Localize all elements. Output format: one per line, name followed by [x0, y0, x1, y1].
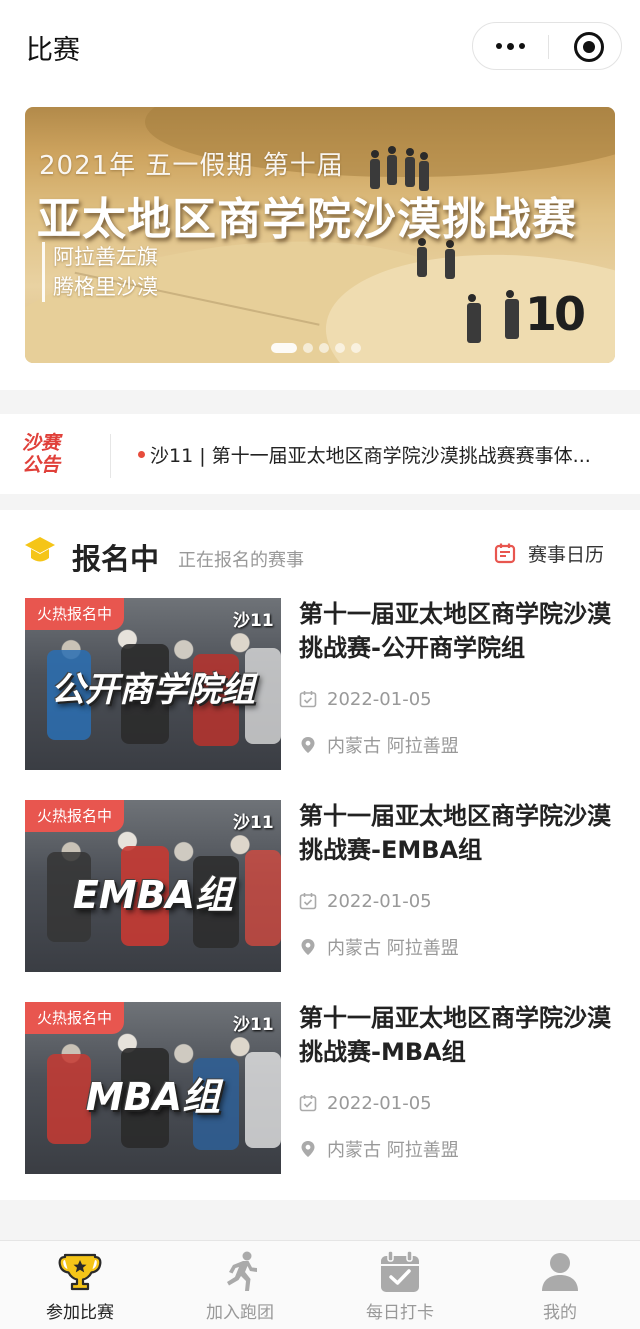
- event-title[interactable]: 第十一届亚太地区商学院沙漠挑战赛-EMBA组: [299, 799, 615, 867]
- event-calendar-label: 赛事日历: [528, 543, 605, 566]
- notice-text[interactable]: 沙11 | 第十一届亚太地区商学院沙漠挑战赛赛事体...: [150, 441, 610, 468]
- event-thumbnail[interactable]: 沙11 公开商学院组 火热报名中: [25, 598, 281, 770]
- banner-year-line: 2021年 五一假期 第十届: [39, 151, 344, 181]
- trophy-icon: [58, 1253, 102, 1291]
- event-date: 2022-01-05: [327, 1092, 432, 1114]
- notice-divider: [110, 434, 111, 478]
- calendar-icon: [494, 543, 516, 564]
- event-card[interactable]: 沙11 MBA组 火热报名中 第十一届亚太地区商学院沙漠挑战赛-MBA组 202…: [25, 1002, 615, 1174]
- hot-registration-badge: 火热报名中: [25, 598, 125, 630]
- banner-carousel[interactable]: 2021年 五一假期 第十届 亚太地区商学院沙漠挑战赛 阿拉善左旗 腾格里沙漠 …: [25, 107, 615, 363]
- event-date-row: 2022-01-05: [299, 888, 432, 914]
- event-title[interactable]: 第十一届亚太地区商学院沙漠挑战赛-公开商学院组: [299, 597, 615, 665]
- tab-label: 每日打卡: [366, 1303, 434, 1323]
- location-pin-icon: [301, 737, 315, 753]
- capsule-divider: [548, 35, 549, 59]
- calendar-check-icon: [299, 691, 317, 708]
- tab-daily-checkin[interactable]: 每日打卡: [320, 1241, 480, 1329]
- event-location-row: 内蒙古 阿拉善盟: [299, 934, 459, 960]
- banner-location-line1: 阿拉善左旗: [53, 245, 158, 269]
- thumbnail-brand: 沙11: [233, 611, 274, 631]
- banner-runner: [467, 294, 481, 343]
- event-calendar-button[interactable]: 赛事日历: [494, 538, 604, 568]
- banner-accent-bar: [42, 242, 45, 302]
- banner-runner: [387, 146, 397, 185]
- top-bar: 比赛: [0, 0, 640, 94]
- banner-runner: [445, 240, 455, 279]
- thumbnail-group-text: EMBA组: [72, 873, 234, 917]
- event-card[interactable]: 沙11 公开商学院组 火热报名中 第十一届亚太地区商学院沙漠挑战赛-公开商学院组…: [25, 598, 615, 770]
- event-title[interactable]: 第十一届亚太地区商学院沙漠挑战赛-MBA组: [299, 1001, 615, 1069]
- tab-join-race[interactable]: 参加比赛: [0, 1241, 160, 1329]
- thumbnail-brand: 沙11: [233, 813, 274, 833]
- event-location-row: 内蒙古 阿拉善盟: [299, 1136, 459, 1162]
- thumbnail-group-text: 公开商学院组: [51, 670, 255, 710]
- banner-logo: 10: [525, 287, 586, 341]
- tab-join-running-club[interactable]: 加入跑团: [160, 1241, 320, 1329]
- carousel-dot-active[interactable]: [271, 343, 297, 353]
- carousel-dot[interactable]: [319, 343, 329, 353]
- calendar-check-icon: [299, 1095, 317, 1112]
- notice-bullet-icon: [138, 451, 145, 458]
- banner-runner: [417, 238, 427, 277]
- event-location: 内蒙古 阿拉善盟: [327, 938, 459, 959]
- carousel-dot[interactable]: [351, 343, 361, 353]
- more-dots-icon[interactable]: [473, 23, 548, 69]
- event-date-row: 2022-01-05: [299, 686, 432, 712]
- tab-mine[interactable]: 我的: [480, 1241, 640, 1329]
- calendar-check-icon: [381, 1250, 419, 1292]
- banner-runner: [505, 290, 519, 339]
- thumbnail-brand: 沙11: [233, 1015, 274, 1035]
- event-date: 2022-01-05: [327, 890, 432, 912]
- event-card[interactable]: 沙11 EMBA组 火热报名中 第十一届亚太地区商学院沙漠挑战赛-EMBA组 2…: [25, 800, 615, 972]
- registration-section: 报名中 正在报名的赛事 赛事日历 沙11 公开商学院组 火热报名中 第十一届亚太…: [0, 510, 640, 1200]
- carousel-indicator: [271, 343, 361, 353]
- section-subtitle: 正在报名的赛事: [178, 550, 304, 571]
- hot-registration-badge: 火热报名中: [25, 800, 125, 832]
- section-title: 报名中: [72, 542, 160, 576]
- hot-registration-badge: 火热报名中: [25, 1002, 125, 1034]
- tab-label: 参加比赛: [46, 1303, 114, 1323]
- bottom-tab-bar: 参加比赛 加入跑团 每日打卡 我的: [0, 1240, 640, 1329]
- banner-location-line2: 腾格里沙漠: [53, 275, 158, 299]
- banner-title: 亚太地区商学院沙漠挑战赛: [37, 194, 577, 245]
- carousel-dot[interactable]: [335, 343, 345, 353]
- mini-program-close-icon[interactable]: [574, 32, 604, 62]
- thumbnail-group-text: MBA组: [85, 1075, 221, 1119]
- tab-label: 我的: [543, 1303, 577, 1323]
- tab-label: 加入跑团: [206, 1303, 274, 1323]
- banner-section: 2021年 五一假期 第十届 亚太地区商学院沙漠挑战赛 阿拉善左旗 腾格里沙漠 …: [0, 94, 640, 390]
- event-location: 内蒙古 阿拉善盟: [327, 1140, 459, 1161]
- carousel-dot[interactable]: [303, 343, 313, 353]
- notice-bar[interactable]: 沙赛公告 沙11 | 第十一届亚太地区商学院沙漠挑战赛赛事体...: [0, 414, 640, 494]
- notice-logo: 沙赛公告: [22, 432, 61, 476]
- graduation-cap-icon: [25, 537, 55, 562]
- event-date-row: 2022-01-05: [299, 1090, 432, 1116]
- event-location-row: 内蒙古 阿拉善盟: [299, 732, 459, 758]
- event-thumbnail[interactable]: 沙11 EMBA组 火热报名中: [25, 800, 281, 972]
- runner-icon: [227, 1251, 257, 1291]
- page-title: 比赛: [26, 35, 80, 66]
- location-pin-icon: [301, 939, 315, 955]
- event-date: 2022-01-05: [327, 688, 432, 710]
- user-icon: [542, 1253, 578, 1291]
- location-pin-icon: [301, 1141, 315, 1157]
- event-location: 内蒙古 阿拉善盟: [327, 736, 459, 757]
- calendar-check-icon: [299, 893, 317, 910]
- mini-program-capsule: [472, 22, 622, 70]
- event-thumbnail[interactable]: 沙11 MBA组 火热报名中: [25, 1002, 281, 1174]
